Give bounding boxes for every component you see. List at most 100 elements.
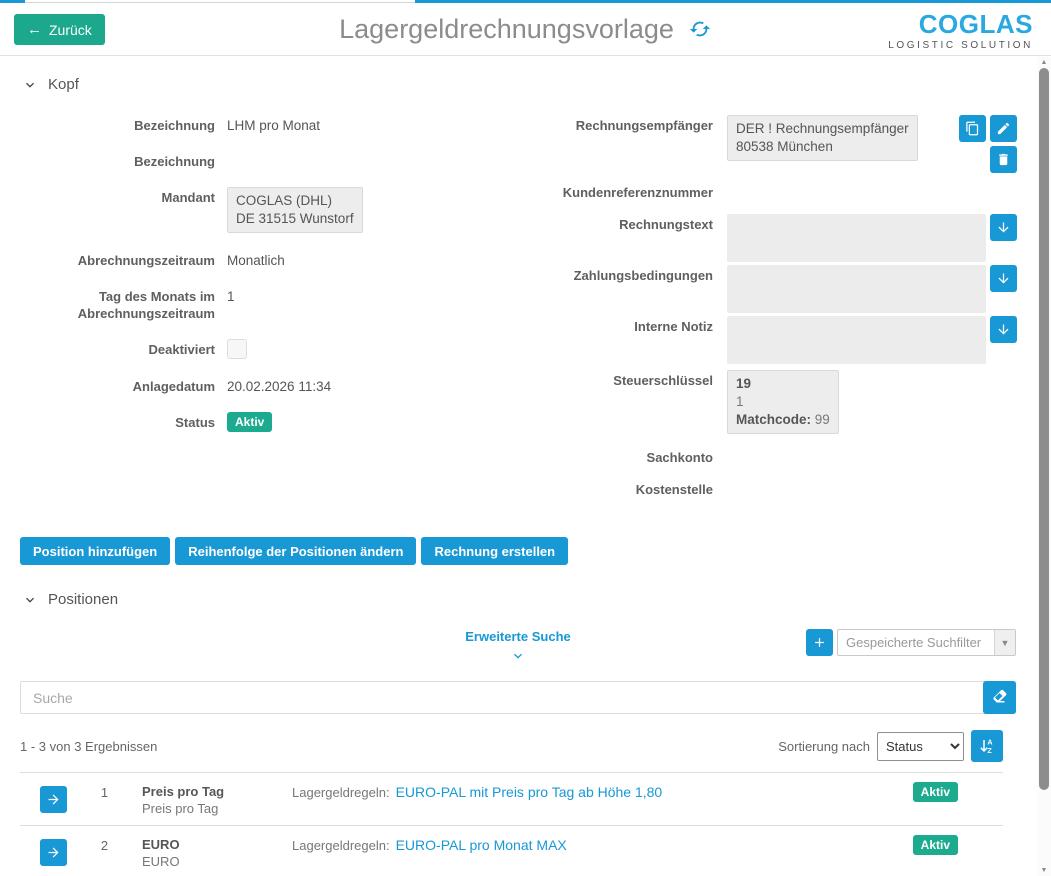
mandant-label: Mandant bbox=[20, 187, 215, 206]
position-subtitle: EURO bbox=[142, 853, 292, 870]
field-bezeichnung2: Bezeichnung bbox=[20, 151, 530, 170]
table-row[interactable]: 1 Preis pro Tag Preis pro Tag Lagergeldr… bbox=[20, 772, 1003, 825]
tag-des-monats-label: Tag des Monats im Abrechnungszeitraum bbox=[20, 286, 215, 322]
kopf-form: Bezeichnung LHM pro Monat Bezeichnung Ma… bbox=[0, 101, 1037, 511]
add-filter-button[interactable] bbox=[806, 629, 833, 656]
reorder-positions-button[interactable]: Reihenfolge der Positionen ändern bbox=[175, 537, 416, 565]
chevron-down-icon[interactable] bbox=[22, 77, 38, 93]
table-row[interactable]: 2 EURO EURO Lagergeldregeln: EURO-PAL pr… bbox=[20, 825, 1003, 876]
arrow-right-icon bbox=[46, 845, 61, 860]
kostenstelle-label: Kostenstelle bbox=[530, 479, 713, 498]
bezeichnung-label: Bezeichnung bbox=[20, 115, 215, 134]
scrollbar-down-arrow-icon[interactable]: ▼ bbox=[1037, 867, 1051, 874]
arrow-down-icon bbox=[996, 220, 1011, 235]
field-rechnungsempfaenger: Rechnungsempfänger DER ! Rechnungsempfän… bbox=[530, 115, 1017, 173]
rules-label: Lagergeldregeln: bbox=[292, 838, 390, 853]
deaktiviert-label: Deaktiviert bbox=[20, 339, 215, 358]
matchcode-value: 99 bbox=[815, 412, 830, 427]
positionen-section-header: Positionen bbox=[0, 565, 1037, 616]
open-position-button[interactable] bbox=[40, 786, 67, 813]
zahlungsbedingungen-expand-button[interactable] bbox=[990, 265, 1017, 292]
back-button[interactable]: ← Zurück bbox=[14, 14, 105, 45]
sort-select[interactable]: Status bbox=[877, 732, 964, 761]
field-steuerschluessel: Steuerschlüssel 19 1 Matchcode: 99 bbox=[530, 370, 1017, 434]
rechnungstext-expand-button[interactable] bbox=[990, 214, 1017, 241]
field-bezeichnung: Bezeichnung LHM pro Monat bbox=[20, 115, 530, 134]
field-status: Status Aktiv bbox=[20, 412, 530, 432]
steuerschluessel-label: Steuerschlüssel bbox=[530, 370, 713, 389]
arrow-down-icon bbox=[996, 322, 1011, 337]
advanced-search-chevron-icon[interactable] bbox=[510, 648, 526, 664]
field-mandant: Mandant COGLAS (DHL) DE 31515 Wunstorf bbox=[20, 187, 530, 233]
edit-button[interactable] bbox=[990, 115, 1017, 142]
rechnungsempfaenger-line2: 80538 München bbox=[736, 138, 909, 156]
refresh-icon[interactable] bbox=[688, 18, 712, 42]
rule-link[interactable]: EURO-PAL pro Monat MAX bbox=[396, 837, 567, 853]
abrechnungszeitraum-value: Monatlich bbox=[227, 250, 285, 269]
matchcode-label: Matchcode: bbox=[736, 412, 811, 427]
scrollbar-up-arrow-icon[interactable]: ▲ bbox=[1037, 59, 1051, 66]
interne-notiz-textarea[interactable] bbox=[727, 316, 986, 364]
scrollbar-thumb[interactable] bbox=[1039, 68, 1049, 790]
back-button-label: Zurück bbox=[49, 22, 92, 38]
delete-button[interactable] bbox=[990, 146, 1017, 173]
saved-filters-dropdown[interactable]: Gespeicherte Suchfilter ▼ bbox=[837, 629, 1016, 656]
kopf-section-title: Kopf bbox=[48, 76, 79, 93]
dropdown-arrow-icon[interactable]: ▼ bbox=[994, 630, 1015, 655]
add-position-button[interactable]: Position hinzufügen bbox=[20, 537, 170, 565]
mandant-value-box: COGLAS (DHL) DE 31515 Wunstorf bbox=[227, 187, 363, 233]
open-position-button[interactable] bbox=[40, 839, 67, 866]
sort-az-icon: AZ bbox=[978, 737, 996, 755]
create-invoice-button[interactable]: Rechnung erstellen bbox=[421, 537, 568, 565]
search-input[interactable] bbox=[20, 681, 1016, 714]
advanced-search-link[interactable]: Erweiterte Suche bbox=[465, 629, 571, 644]
brand-name: COGLAS bbox=[888, 11, 1033, 37]
clear-search-button[interactable] bbox=[983, 681, 1016, 714]
rechnungstext-label: Rechnungstext bbox=[530, 214, 713, 233]
position-number: 1 bbox=[67, 781, 142, 800]
rechnungsempfaenger-value-box: DER ! Rechnungsempfänger 80538 München bbox=[727, 115, 918, 161]
kopf-section-header: Kopf bbox=[0, 56, 1037, 101]
arrow-right-icon bbox=[46, 792, 61, 807]
field-abrechnungszeitraum: Abrechnungszeitraum Monatlich bbox=[20, 250, 530, 269]
eraser-icon bbox=[991, 689, 1008, 706]
kundenreferenznummer-label: Kundenreferenznummer bbox=[530, 182, 713, 201]
field-interne-notiz: Interne Notiz bbox=[530, 316, 1017, 364]
saved-filters-placeholder: Gespeicherte Suchfilter bbox=[838, 635, 994, 650]
zahlungsbedingungen-textarea[interactable] bbox=[727, 265, 986, 313]
position-number: 2 bbox=[67, 834, 142, 853]
kopf-right-column: Rechnungsempfänger DER ! Rechnungsempfän… bbox=[530, 115, 1037, 511]
sachkonto-label: Sachkonto bbox=[530, 447, 713, 466]
status-badge: Aktiv bbox=[913, 835, 958, 855]
mandant-line2: DE 31515 Wunstorf bbox=[236, 210, 354, 228]
status-label: Status bbox=[20, 412, 215, 431]
steuerschluessel-matchcode: Matchcode: 99 bbox=[736, 411, 830, 429]
rules-label: Lagergeldregeln: bbox=[292, 785, 390, 800]
steuerschluessel-value-box: 19 1 Matchcode: 99 bbox=[727, 370, 839, 434]
search-zone: Erweiterte Suche Gespeicherte Suchfilter… bbox=[20, 628, 1016, 674]
deaktiviert-checkbox[interactable] bbox=[227, 339, 247, 359]
arrow-down-icon bbox=[996, 271, 1011, 286]
mandant-line1: COGLAS (DHL) bbox=[236, 192, 354, 210]
field-anlagedatum: Anlagedatum 20.02.2026 11:34 bbox=[20, 376, 530, 395]
field-sachkonto: Sachkonto bbox=[530, 447, 1017, 466]
search-row bbox=[20, 681, 1016, 714]
copy-icon bbox=[965, 121, 980, 136]
coglas-logo: COGLAS LOGISTIC SOLUTION bbox=[888, 11, 1033, 51]
chevron-down-icon[interactable] bbox=[22, 592, 38, 608]
field-kostenstelle: Kostenstelle bbox=[530, 479, 1017, 498]
rule-link[interactable]: EURO-PAL mit Preis pro Tag ab Höhe 1,80 bbox=[396, 784, 663, 800]
steuerschluessel-line2: 1 bbox=[736, 393, 830, 411]
interne-notiz-expand-button[interactable] bbox=[990, 316, 1017, 343]
rechnungsempfaenger-label: Rechnungsempfänger bbox=[530, 115, 713, 134]
sort-direction-button[interactable]: AZ bbox=[971, 730, 1003, 762]
status-badge: Aktiv bbox=[227, 412, 272, 432]
rechnungstext-textarea[interactable] bbox=[727, 214, 986, 262]
field-rechnungstext: Rechnungstext bbox=[530, 214, 1017, 262]
positions-list: 1 Preis pro Tag Preis pro Tag Lagergeldr… bbox=[0, 772, 1003, 876]
field-zahlungsbedingungen: Zahlungsbedingungen bbox=[530, 265, 1017, 313]
vertical-scrollbar[interactable]: ▲ ▼ bbox=[1037, 57, 1051, 876]
plus-icon bbox=[812, 635, 827, 650]
tag-des-monats-value: 1 bbox=[227, 286, 235, 305]
copy-button[interactable] bbox=[959, 115, 986, 142]
